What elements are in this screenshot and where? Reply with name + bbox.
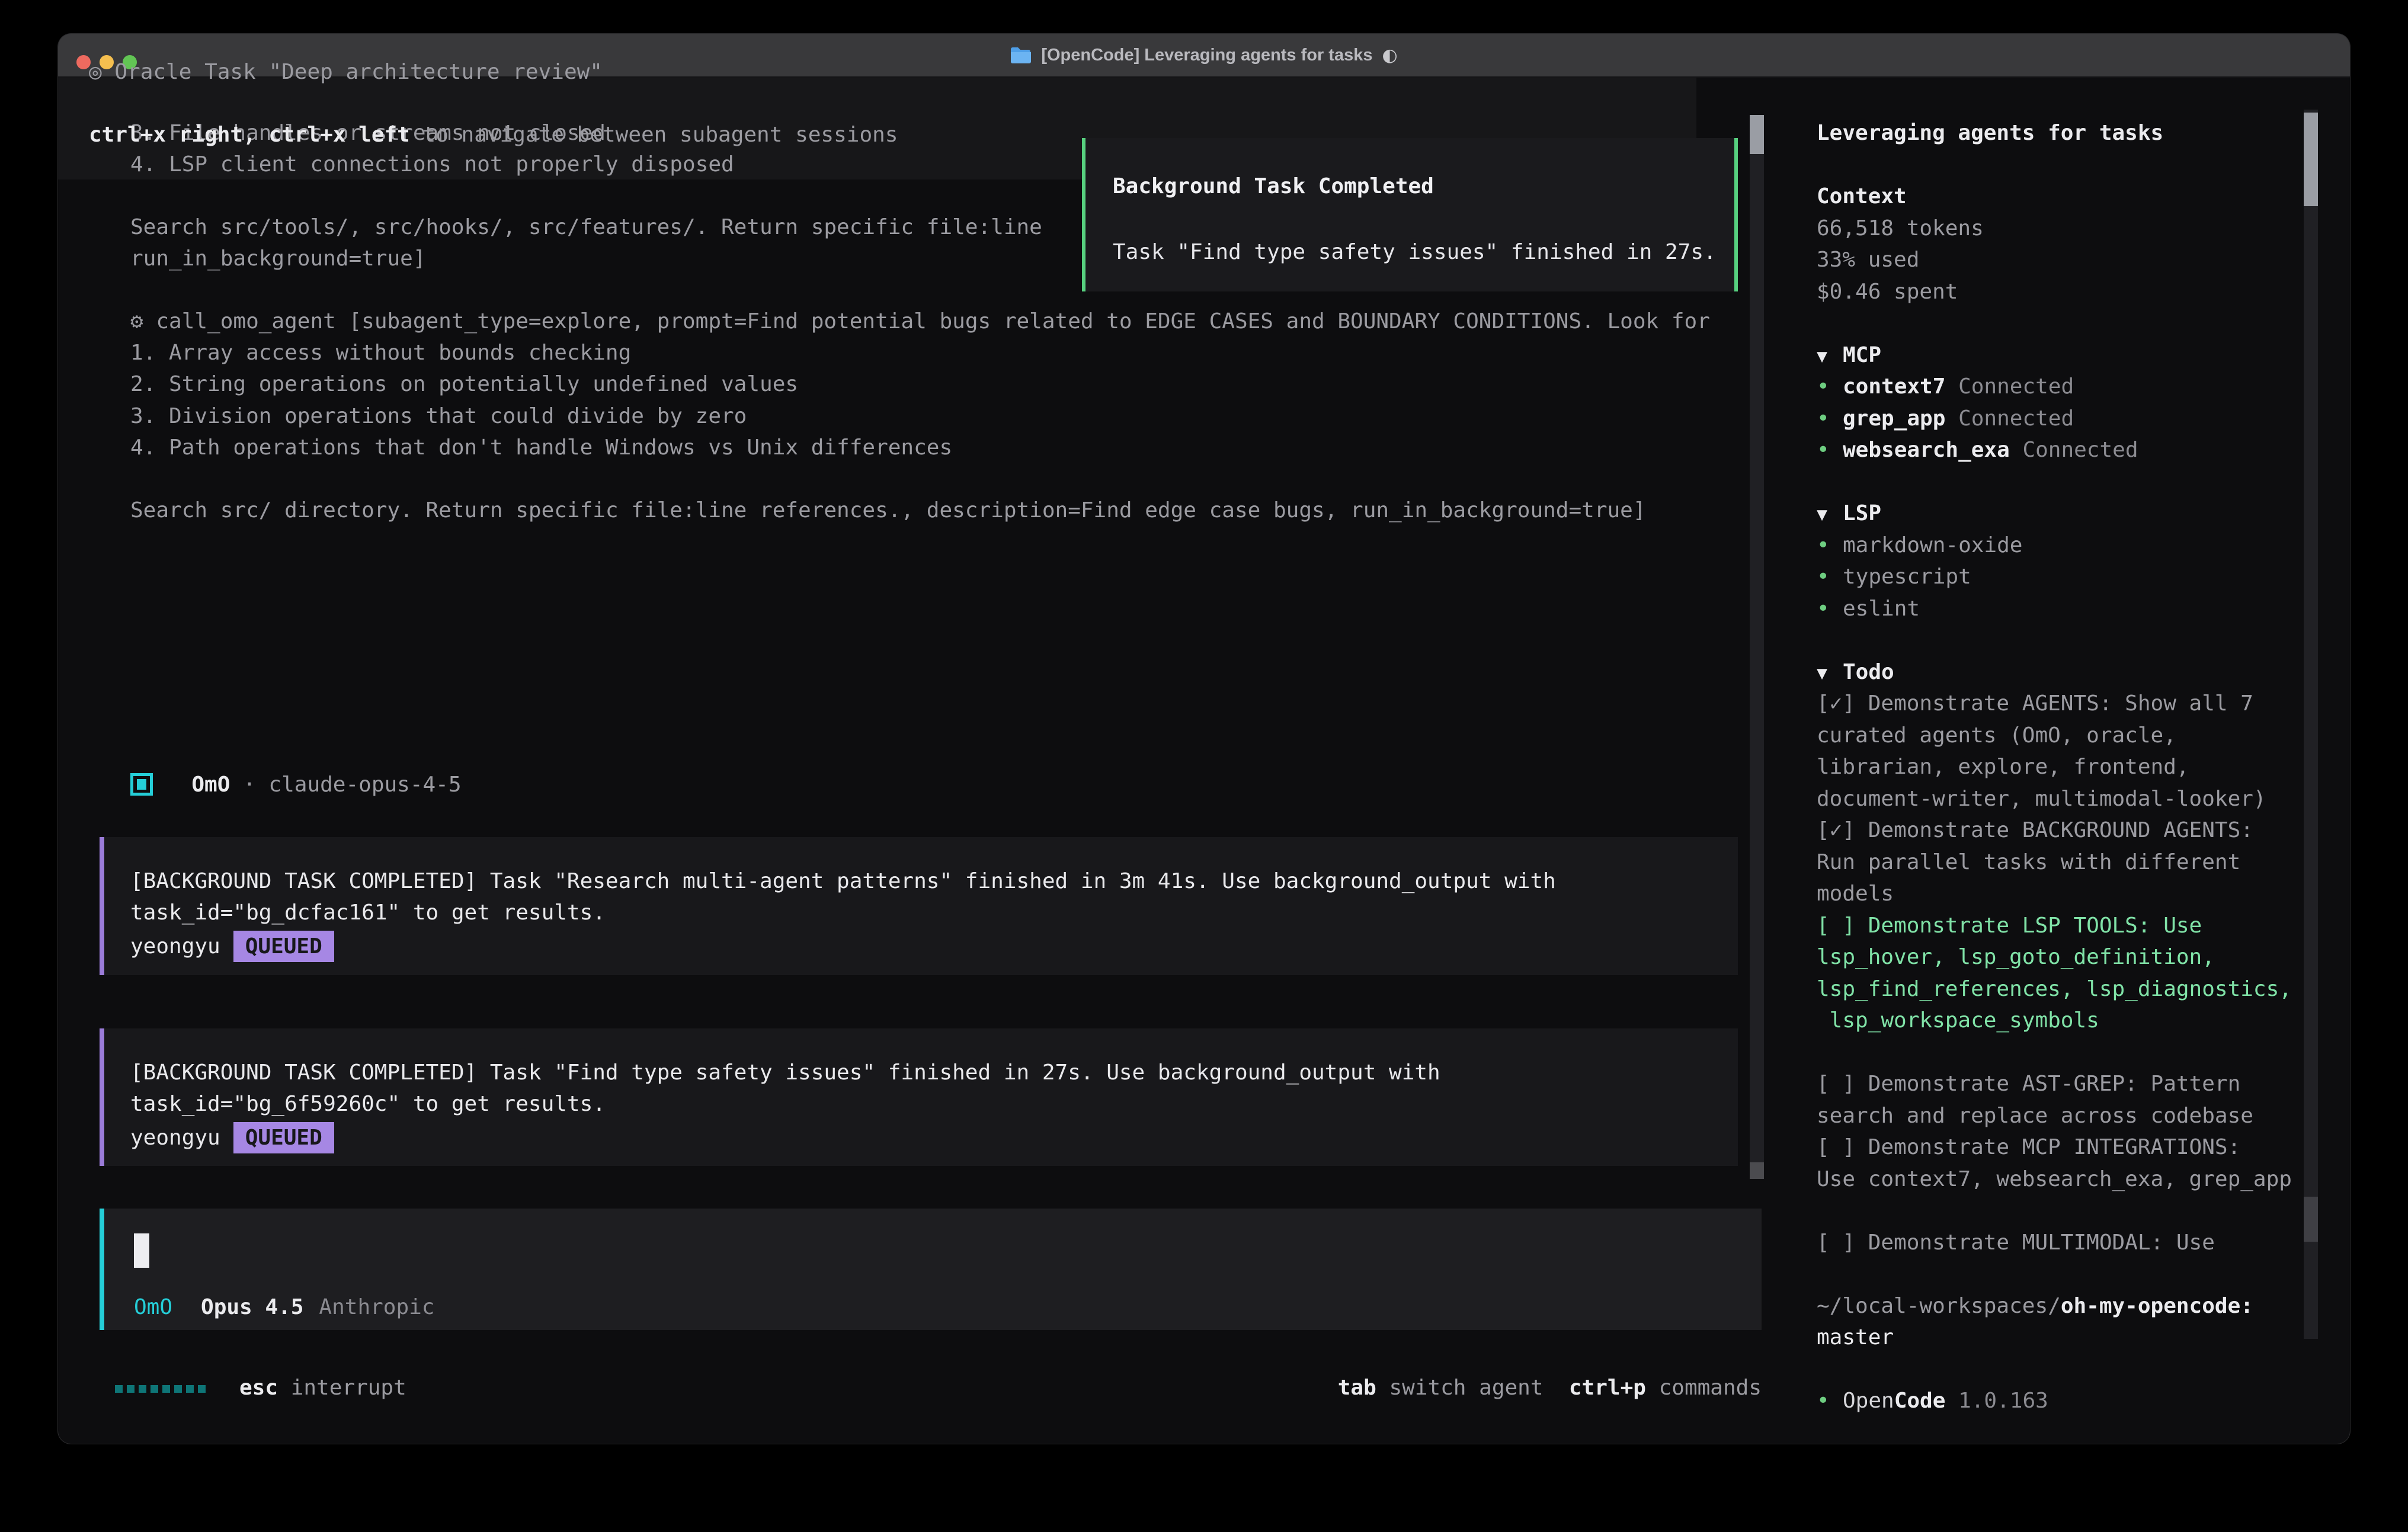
chevron-down-icon: ▼	[1817, 341, 1843, 373]
green-dot-icon: •	[1817, 371, 1843, 403]
text-cursor	[134, 1233, 149, 1268]
background-task-message: [BACKGROUND TASK COMPLETED] Task "Find t…	[100, 1028, 1738, 1166]
message-line: task_id="bg_6f59260c" to get results.	[130, 1088, 606, 1120]
transcript-line: Search src/ directory. Return specific f…	[130, 495, 1646, 526]
context-used: 33% used	[1817, 244, 2303, 276]
context-heading: Context	[1817, 181, 2303, 213]
agent-model: claude-opus-4-5	[268, 773, 461, 797]
transcript-scrollbar[interactable]	[1750, 115, 1764, 1179]
status-bar-left: esc interrupt	[115, 1372, 406, 1403]
window-title: [OpenCode] Leveraging agents for tasks	[1041, 46, 1372, 65]
prompt-input[interactable]: OmO Opus 4.5 Anthropic	[100, 1209, 1762, 1330]
transcript-line: Search src/tools/, src/hooks/, src/featu…	[130, 211, 1042, 243]
message-line: task_id="bg_dcfac161" to get results.	[130, 897, 606, 928]
green-dot-icon: •	[1817, 530, 1843, 562]
todo-line-done: models	[1817, 878, 2303, 910]
workspace-branch: master	[1817, 1322, 2303, 1354]
todo-line-pending: search and replace across codebase	[1817, 1100, 2303, 1132]
todo-line-pending: Use context7, websearch_exa, grep_app	[1817, 1164, 2303, 1196]
tab-key-hint: tab	[1338, 1376, 1376, 1400]
todo-line-done: [✓] Demonstrate AGENTS: Show all 7	[1817, 688, 2303, 720]
green-dot-icon: •	[1817, 403, 1843, 435]
todo-line-pending: [ ] Demonstrate AST-GREP: Pattern	[1817, 1068, 2303, 1100]
folder-icon	[1010, 46, 1032, 64]
tool-call-line: ⚙ call_omo_agent [subagent_type=explore,…	[130, 306, 1710, 337]
todo-line-active: [ ] Demonstrate LSP TOOLS: Use	[1817, 910, 2303, 942]
record-icon: ◎	[89, 60, 114, 84]
context-tokens: 66,518 tokens	[1817, 213, 2303, 245]
esc-key-hint: esc	[239, 1376, 278, 1400]
todo-line-done: [✓] Demonstrate BACKGROUND AGENTS:	[1817, 815, 2303, 847]
transcript-line: 4. Path operations that don't handle Win…	[130, 432, 952, 463]
lsp-item: •markdown-oxide	[1817, 530, 2303, 562]
lsp-item: •typescript	[1817, 561, 2303, 593]
status-bar-right: tab switch agent ctrl+p commands	[1338, 1372, 1762, 1403]
todo-section-header[interactable]: ▼Todo	[1817, 656, 2303, 688]
transcript-line: 2. String operations on potentially unde…	[130, 368, 798, 400]
transcript-line: 1. Array access without bounds checking	[130, 337, 631, 368]
transcript-line: 3. Division operations that could divide…	[130, 400, 747, 432]
opencode-version: •OpenCode 1.0.163	[1817, 1385, 2303, 1417]
todo-line-active: lsp_hover, lsp_goto_definition,	[1817, 941, 2303, 973]
mcp-item: •websearch_exa Connected	[1817, 434, 2303, 466]
context-spent: $0.46 spent	[1817, 276, 2303, 308]
todo-line-pending: [ ] Demonstrate MULTIMODAL: Use	[1817, 1227, 2303, 1259]
mcp-section-header[interactable]: ▼MCP	[1817, 339, 2303, 371]
background-task-toast: Background Task Completed Task "Find typ…	[1082, 138, 1738, 291]
workspace-path: ~/local-workspaces/oh-my-opencode:	[1817, 1290, 2303, 1322]
gear-icon: ⚙	[130, 309, 143, 334]
transcript-line: 4. LSP client connections not properly d…	[130, 149, 734, 180]
moon-icon: ◐	[1382, 45, 1397, 66]
toast-body: Task "Find type safety issues" finished …	[1113, 236, 1717, 268]
agent-header: OmO · claude-opus-4-5	[166, 769, 462, 800]
mcp-item: •grep_app Connected	[1817, 403, 2303, 435]
todo-line-done: curated agents (OmO, oracle,	[1817, 720, 2303, 752]
message-meta: yeongyu QUEUED	[130, 931, 334, 962]
scrollbar-thumb[interactable]	[1750, 115, 1764, 154]
provider-label: Anthropic	[319, 1295, 434, 1319]
message-meta: yeongyu QUEUED	[130, 1122, 334, 1153]
model-name-label: Opus 4.5	[201, 1295, 303, 1319]
background-task-message: [BACKGROUND TASK COMPLETED] Task "Resear…	[100, 837, 1738, 975]
green-dot-icon: •	[1817, 434, 1843, 466]
agent-name: OmO	[191, 773, 230, 797]
author-label: yeongyu	[130, 1126, 220, 1150]
lsp-item: •eslint	[1817, 593, 2303, 625]
oracle-hint: ctrl+x right, ctrl+x left to navigate be…	[89, 119, 898, 150]
toast-title: Background Task Completed	[1113, 171, 1434, 202]
model-line: OmO Opus 4.5 Anthropic	[134, 1291, 435, 1323]
transcript-line: run_in_background=true]	[130, 243, 426, 274]
sidebar-scrollbar[interactable]	[2304, 110, 2318, 1339]
todo-line-pending: [ ] Demonstrate MCP INTEGRATIONS:	[1817, 1132, 2303, 1164]
chevron-down-icon: ▼	[1817, 499, 1843, 531]
todo-line-active: lsp_workspace_symbols	[1817, 1005, 2303, 1037]
todo-line-done: librarian, explore, frontend,	[1817, 751, 2303, 783]
agent-icon	[130, 773, 153, 796]
status-badge: QUEUED	[233, 1122, 334, 1153]
mcp-item: •context7 Connected	[1817, 371, 2303, 403]
session-sidebar: Leveraging agents for tasks Context 66,5…	[1783, 78, 2303, 1444]
green-dot-icon: •	[1817, 593, 1843, 625]
todo-line-done: document-writer, multimodal-looker)	[1817, 783, 2303, 815]
agent-short-label: OmO	[134, 1295, 172, 1319]
todo-line-done: Run parallel tasks with different	[1817, 847, 2303, 879]
message-line: [BACKGROUND TASK COMPLETED] Task "Resear…	[130, 866, 1556, 897]
oracle-task-title: ◎ Oracle Task "Deep architecture review"	[89, 56, 603, 88]
todo-line-active: lsp_find_references, lsp_diagnostics,	[1817, 973, 2303, 1005]
message-line: [BACKGROUND TASK COMPLETED] Task "Find t…	[130, 1057, 1440, 1088]
green-dot-icon: •	[1817, 1385, 1843, 1417]
lsp-section-header[interactable]: ▼LSP	[1817, 498, 2303, 530]
scrollbar-thumb[interactable]	[2304, 113, 2318, 206]
green-dot-icon: •	[1817, 561, 1843, 593]
status-badge: QUEUED	[233, 931, 334, 962]
terminal-window: [OpenCode] Leveraging agents for tasks ◐…	[58, 34, 2350, 1444]
chevron-down-icon: ▼	[1817, 658, 1843, 690]
scrollbar-thumb[interactable]	[2304, 1197, 2318, 1242]
author-label: yeongyu	[130, 934, 220, 959]
activity-dots	[115, 1376, 210, 1400]
hint-keys: ctrl+x right, ctrl+x left	[89, 123, 410, 147]
scrollbar-thumb[interactable]	[1750, 1162, 1764, 1179]
session-title: Leveraging agents for tasks	[1817, 117, 2303, 149]
ctrlp-key-hint: ctrl+p	[1544, 1376, 1646, 1400]
